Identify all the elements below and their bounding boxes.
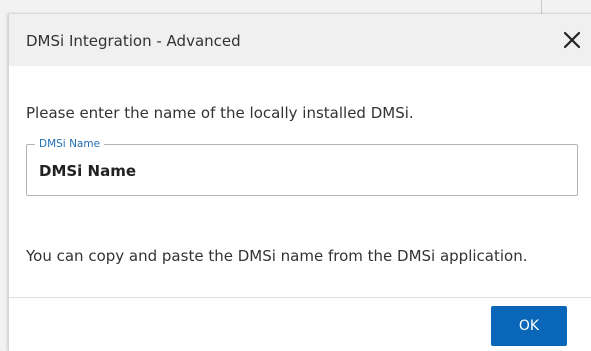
ok-button[interactable]: OK (491, 306, 567, 346)
dmsi-advanced-dialog: DMSi Integration - Advanced Please enter… (8, 14, 591, 351)
close-icon (563, 31, 581, 49)
dmsi-name-input[interactable] (39, 160, 559, 182)
instruction-text: Please enter the name of the locally ins… (26, 104, 414, 122)
hint-text: You can copy and paste the DMSi name fro… (26, 247, 528, 265)
dialog-title: DMSi Integration - Advanced (26, 32, 241, 50)
dmsi-name-label: DMSi Name (35, 138, 105, 151)
dialog-header: DMSi Integration - Advanced (9, 14, 591, 66)
close-button[interactable] (561, 29, 583, 51)
footer-divider (9, 297, 591, 298)
dmsi-name-field: DMSi Name (26, 138, 578, 196)
